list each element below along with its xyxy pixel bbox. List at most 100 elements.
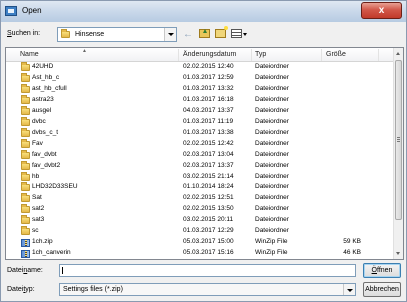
column-divider[interactable] (251, 49, 252, 61)
file-date: 01.10.2014 18:24 (183, 183, 234, 191)
column-divider[interactable] (321, 49, 322, 61)
scrollbar-thumb[interactable] (395, 60, 402, 220)
list-item[interactable]: ausgel 04.03.2017 13:37 Dateiordner (6, 105, 394, 116)
up-folder-icon[interactable] (197, 28, 211, 41)
file-date: 03.02.2015 20:11 (183, 216, 234, 224)
view-menu-icon[interactable] (229, 28, 249, 41)
sort-ascending-icon: ▲ (82, 48, 87, 54)
folder-icon (21, 105, 30, 115)
list-item[interactable]: LHD32D33SEU 01.10.2014 18:24 Dateiordner (6, 182, 394, 192)
file-type: Dateiordner (255, 84, 289, 92)
column-divider[interactable] (378, 49, 379, 61)
list-item[interactable]: Ast_hb_c 01.03.2017 12:59 Dateiordner (6, 72, 394, 83)
look-in-dropdown[interactable]: Hinsense (57, 27, 177, 42)
file-name: sat3 (32, 216, 45, 224)
title-bar: Open x (1, 1, 406, 22)
app-icon (5, 6, 17, 16)
list-item[interactable]: Sat 02.02.2015 12:51 Dateiordner (6, 193, 394, 203)
file-list[interactable]: Name ▲ Änderungsdatum Typ Größe 42UHD 02.… (5, 47, 404, 260)
list-item[interactable]: dvbc 01.03.2017 11:19 Dateiordner (6, 116, 394, 127)
list-item[interactable]: fav_dvbt2 02.03.2017 13:37 Dateiordner (6, 160, 394, 171)
list-item[interactable]: 1ch.zip 05.03.2017 15:00 WinZip File 59 KB (6, 237, 394, 248)
file-type: Dateiordner (255, 227, 289, 235)
open-button[interactable]: Öffnen (363, 263, 401, 278)
chevron-down-icon[interactable] (164, 28, 176, 41)
file-type: Dateiordner (255, 63, 289, 70)
file-date: 01.03.2017 11:19 (183, 117, 234, 125)
column-header-size[interactable]: Größe (326, 51, 346, 58)
list-item[interactable]: Fav 02.02.2015 12:42 Dateiordner (6, 138, 394, 149)
file-date: 02.02.2015 12:40 (183, 63, 234, 70)
file-name: sc (32, 227, 39, 235)
file-name: fav_dvbt (32, 150, 57, 158)
file-name: 1ch.zip (32, 238, 53, 246)
folder-icon (21, 226, 30, 236)
column-header-name[interactable]: Name (20, 51, 39, 58)
column-header-date[interactable]: Änderungsdatum (183, 51, 236, 58)
list-item[interactable]: astra23 01.03.2017 16:18 Dateiordner (6, 94, 394, 105)
file-size: 46 KB (343, 249, 361, 257)
list-item[interactable]: sat2 02.02.2015 13:50 Dateiordner (6, 204, 394, 214)
file-rows: 42UHD 02.02.2015 12:40 Dateiordner Ast_hb_c… (6, 62, 394, 259)
window-title: Open (22, 6, 42, 15)
look-in-value: Hinsense (75, 31, 105, 38)
file-type: Dateiordner (255, 205, 289, 213)
file-date: 01.03.2017 12:59 (183, 73, 234, 81)
column-header-type[interactable]: Typ (255, 51, 266, 58)
folder-icon (21, 182, 30, 192)
folder-icon (21, 138, 30, 148)
file-type: Dateiordner (255, 117, 289, 125)
folder-icon (61, 29, 70, 38)
folder-icon (21, 127, 30, 137)
zip-icon (21, 250, 30, 259)
list-item[interactable]: fav_dvbt 02.03.2017 13:04 Dateiordner (6, 149, 394, 160)
folder-icon (21, 160, 30, 170)
filetype-row: Dateityp: Settings files (*.zip) (1, 282, 406, 298)
filename-label: Dateiname: (7, 267, 43, 274)
file-date: 01.03.2017 16:18 (183, 95, 234, 103)
file-date: 04.03.2017 13:37 (183, 106, 234, 114)
scroll-up-icon[interactable] (394, 48, 403, 58)
file-name: Sat (32, 194, 42, 202)
file-date: 02.02.2015 13:50 (183, 205, 234, 213)
file-date: 01.03.2017 13:32 (183, 84, 234, 92)
new-folder-icon[interactable] (213, 26, 228, 41)
list-item[interactable]: 42UHD 02.02.2015 12:40 Dateiordner (6, 62, 394, 72)
file-type: Dateiordner (255, 95, 289, 103)
zip-icon (21, 239, 30, 248)
filetype-dropdown[interactable]: Settings files (*.zip) (59, 283, 356, 296)
list-item[interactable]: hb 03.02.2015 21:14 Dateiordner (6, 171, 394, 182)
scroll-down-icon[interactable] (394, 249, 403, 259)
file-name: ast_hb_cfull (32, 84, 67, 92)
file-name: sat2 (32, 205, 45, 213)
filetype-value: Settings files (*.zip) (63, 286, 123, 293)
back-arrow-icon[interactable]: ← (181, 28, 195, 41)
file-date: 05.03.2017 15:16 (183, 249, 234, 257)
file-type: Dateiordner (255, 139, 289, 147)
folder-icon (21, 149, 30, 159)
column-divider[interactable] (178, 49, 179, 61)
cancel-button[interactable]: Abbrechen (363, 282, 401, 297)
file-date: 03.02.2015 21:14 (183, 172, 234, 180)
list-item[interactable]: ast_hb_cfull 01.03.2017 13:32 Dateiordner (6, 83, 394, 94)
file-type: Dateiordner (255, 73, 289, 81)
file-date: 01.03.2017 13:38 (183, 128, 234, 136)
filename-input[interactable] (59, 264, 356, 277)
vertical-scrollbar[interactable] (393, 48, 403, 259)
chevron-down-icon[interactable] (343, 284, 355, 295)
list-item[interactable]: 1ch_canverin 05.03.2017 15:16 WinZip File 4… (6, 248, 394, 259)
list-item[interactable]: dvbs_c_t 01.03.2017 13:38 Dateiordner (6, 127, 394, 138)
folder-icon (21, 193, 30, 203)
list-item[interactable]: sat3 03.02.2015 20:11 Dateiordner (6, 215, 394, 225)
file-type: WinZip File (255, 249, 288, 257)
folder-icon (21, 94, 30, 104)
folder-icon (21, 83, 30, 93)
filename-row: Dateiname: (1, 263, 406, 279)
list-item[interactable]: sc 01.03.2017 12:29 Dateiordner (6, 226, 394, 236)
file-type: Dateiordner (255, 194, 289, 202)
file-name: ausgel (32, 106, 52, 114)
file-date: 01.03.2017 12:29 (183, 227, 234, 235)
file-type: Dateiordner (255, 106, 289, 114)
folder-icon (21, 116, 30, 126)
close-button[interactable]: x (361, 2, 402, 19)
